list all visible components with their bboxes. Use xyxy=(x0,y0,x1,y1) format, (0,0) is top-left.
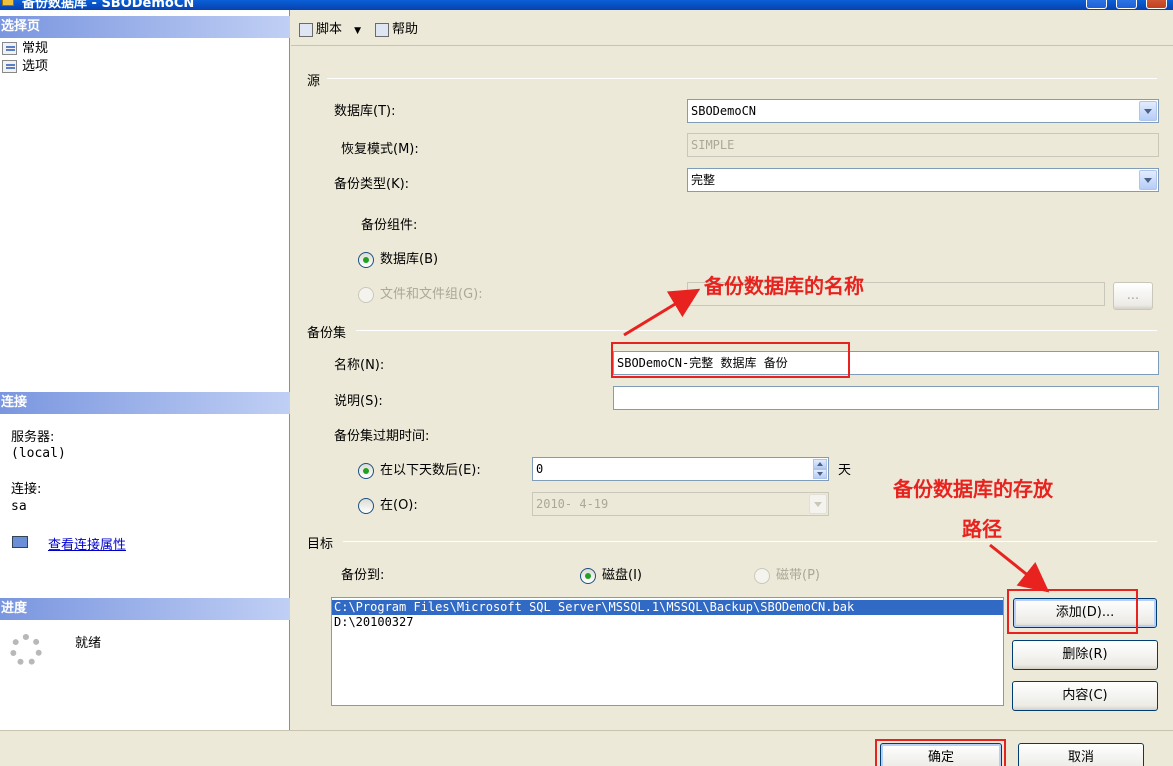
days-value: 0 xyxy=(536,462,544,476)
page-item-general[interactable]: 常规 xyxy=(2,40,48,58)
backup-set-group-label: 备份集 xyxy=(307,326,347,341)
chevron-down-icon[interactable] xyxy=(809,494,827,514)
connection-properties-icon xyxy=(12,536,28,548)
recovery-model-field: SIMPLE xyxy=(687,133,1159,157)
help-button[interactable]: 帮助 xyxy=(375,20,418,40)
cancel-button[interactable]: 取消 xyxy=(1018,743,1144,766)
progress-status: 就绪 xyxy=(75,636,102,651)
minimize-button[interactable] xyxy=(1086,0,1107,9)
add-button-highlight-box xyxy=(1007,589,1138,634)
radio-component-database-label: 数据库(B) xyxy=(380,252,439,267)
source-group-label: 源 xyxy=(307,74,321,89)
chevron-down-icon: ▼ xyxy=(354,26,362,36)
radio-expire-on-date[interactable] xyxy=(358,498,374,514)
script-label: 脚本 xyxy=(316,22,343,37)
radio-destination-tape-label: 磁带(P) xyxy=(776,568,820,583)
backup-type-label: 备份类型(K): xyxy=(334,177,410,192)
connection-label: 连接: xyxy=(11,482,42,497)
stepper-up-icon[interactable] xyxy=(813,459,827,469)
list-item[interactable]: C:\Program Files\Microsoft SQL Server\MS… xyxy=(332,600,1003,615)
backup-name-label: 名称(N): xyxy=(334,358,385,373)
backup-set-divider xyxy=(356,330,1157,331)
radio-destination-disk-label: 磁盘(I) xyxy=(602,568,642,583)
description-label: 说明(S): xyxy=(334,394,383,409)
connection-value: sa xyxy=(11,499,27,514)
backup-type-select[interactable]: 完整 xyxy=(687,168,1159,192)
recovery-model-label: 恢复模式(M): xyxy=(341,142,419,157)
expiration-label: 备份集过期时间: xyxy=(334,429,430,444)
close-button[interactable] xyxy=(1146,0,1167,9)
app-icon xyxy=(2,0,14,6)
window-title: 备份数据库 - SBODemoCN xyxy=(22,0,195,10)
server-label: 服务器: xyxy=(11,430,55,445)
connection-header: 连接 xyxy=(0,392,290,414)
radio-component-database[interactable] xyxy=(358,252,374,268)
expiry-date-value: 2010- 4-19 xyxy=(536,497,609,511)
title-bar: 备份数据库 - SBODemoCN xyxy=(0,0,1173,10)
page-item-label: 常规 xyxy=(22,41,49,56)
select-page-header: 选择页 xyxy=(0,16,290,38)
path-annotation-line1: 备份数据库的存放 xyxy=(893,477,1053,501)
radio-destination-tape[interactable] xyxy=(754,568,770,584)
toolbar: 脚本 ▼ 帮助 xyxy=(291,10,1173,46)
days-unit-label: 天 xyxy=(838,463,852,478)
progress-header: 进度 xyxy=(0,598,290,620)
database-label: 数据库(T): xyxy=(334,104,396,119)
radio-component-files-label: 文件和文件组(G): xyxy=(380,287,483,302)
backup-to-label: 备份到: xyxy=(341,568,385,583)
path-annotation-line2: 路径 xyxy=(962,517,1002,541)
name-highlight-box xyxy=(611,342,850,378)
chevron-down-icon[interactable] xyxy=(1139,170,1157,190)
source-divider xyxy=(327,78,1157,79)
radio-component-files[interactable] xyxy=(358,287,374,303)
remove-destination-button[interactable]: 删除(R) xyxy=(1012,640,1158,670)
help-label: 帮助 xyxy=(392,22,419,37)
database-select-value: SBODemoCN xyxy=(691,104,757,118)
list-item[interactable]: D:\20100327 xyxy=(332,615,1003,630)
expiry-date-picker[interactable]: 2010- 4-19 xyxy=(532,492,829,516)
name-annotation: 备份数据库的名称 xyxy=(704,274,864,298)
help-icon xyxy=(375,22,389,37)
script-icon xyxy=(299,22,313,37)
page-icon xyxy=(2,42,17,55)
radio-destination-disk[interactable] xyxy=(580,568,596,584)
server-value: (local) xyxy=(11,446,66,461)
backup-component-label: 备份组件: xyxy=(361,218,418,233)
radio-expire-after-days[interactable] xyxy=(358,463,374,479)
page-icon xyxy=(2,60,17,73)
description-input[interactable] xyxy=(613,386,1159,410)
destination-group-label: 目标 xyxy=(307,537,334,552)
stepper-buttons[interactable] xyxy=(813,459,827,479)
stepper-down-icon[interactable] xyxy=(813,469,827,479)
chevron-down-icon[interactable] xyxy=(1139,101,1157,121)
backup-type-select-value: 完整 xyxy=(691,173,716,187)
page-item-options[interactable]: 选项 xyxy=(2,58,48,76)
destination-divider xyxy=(343,541,1157,542)
left-panel: 选择页 常规 选项 连接 服务器: (local) 连接: sa 查看连接属性 … xyxy=(0,10,290,730)
radio-expire-after-days-label: 在以下天数后(E): xyxy=(380,463,481,478)
browse-files-button[interactable]: ... xyxy=(1113,282,1153,310)
contents-button[interactable]: 内容(C) xyxy=(1012,681,1158,711)
database-select[interactable]: SBODemoCN xyxy=(687,99,1159,123)
destination-list[interactable]: C:\Program Files\Microsoft SQL Server\MS… xyxy=(331,597,1004,706)
page-item-label: 选项 xyxy=(22,59,49,74)
view-connection-properties-link[interactable]: 查看连接属性 xyxy=(48,534,126,553)
ok-button-highlight-box xyxy=(875,739,1006,766)
script-button[interactable]: 脚本 ▼ xyxy=(299,20,361,40)
days-stepper[interactable]: 0 xyxy=(532,457,829,481)
radio-expire-on-date-label: 在(O): xyxy=(380,498,418,513)
maximize-button[interactable] xyxy=(1116,0,1137,9)
progress-spinner-icon xyxy=(10,634,42,666)
